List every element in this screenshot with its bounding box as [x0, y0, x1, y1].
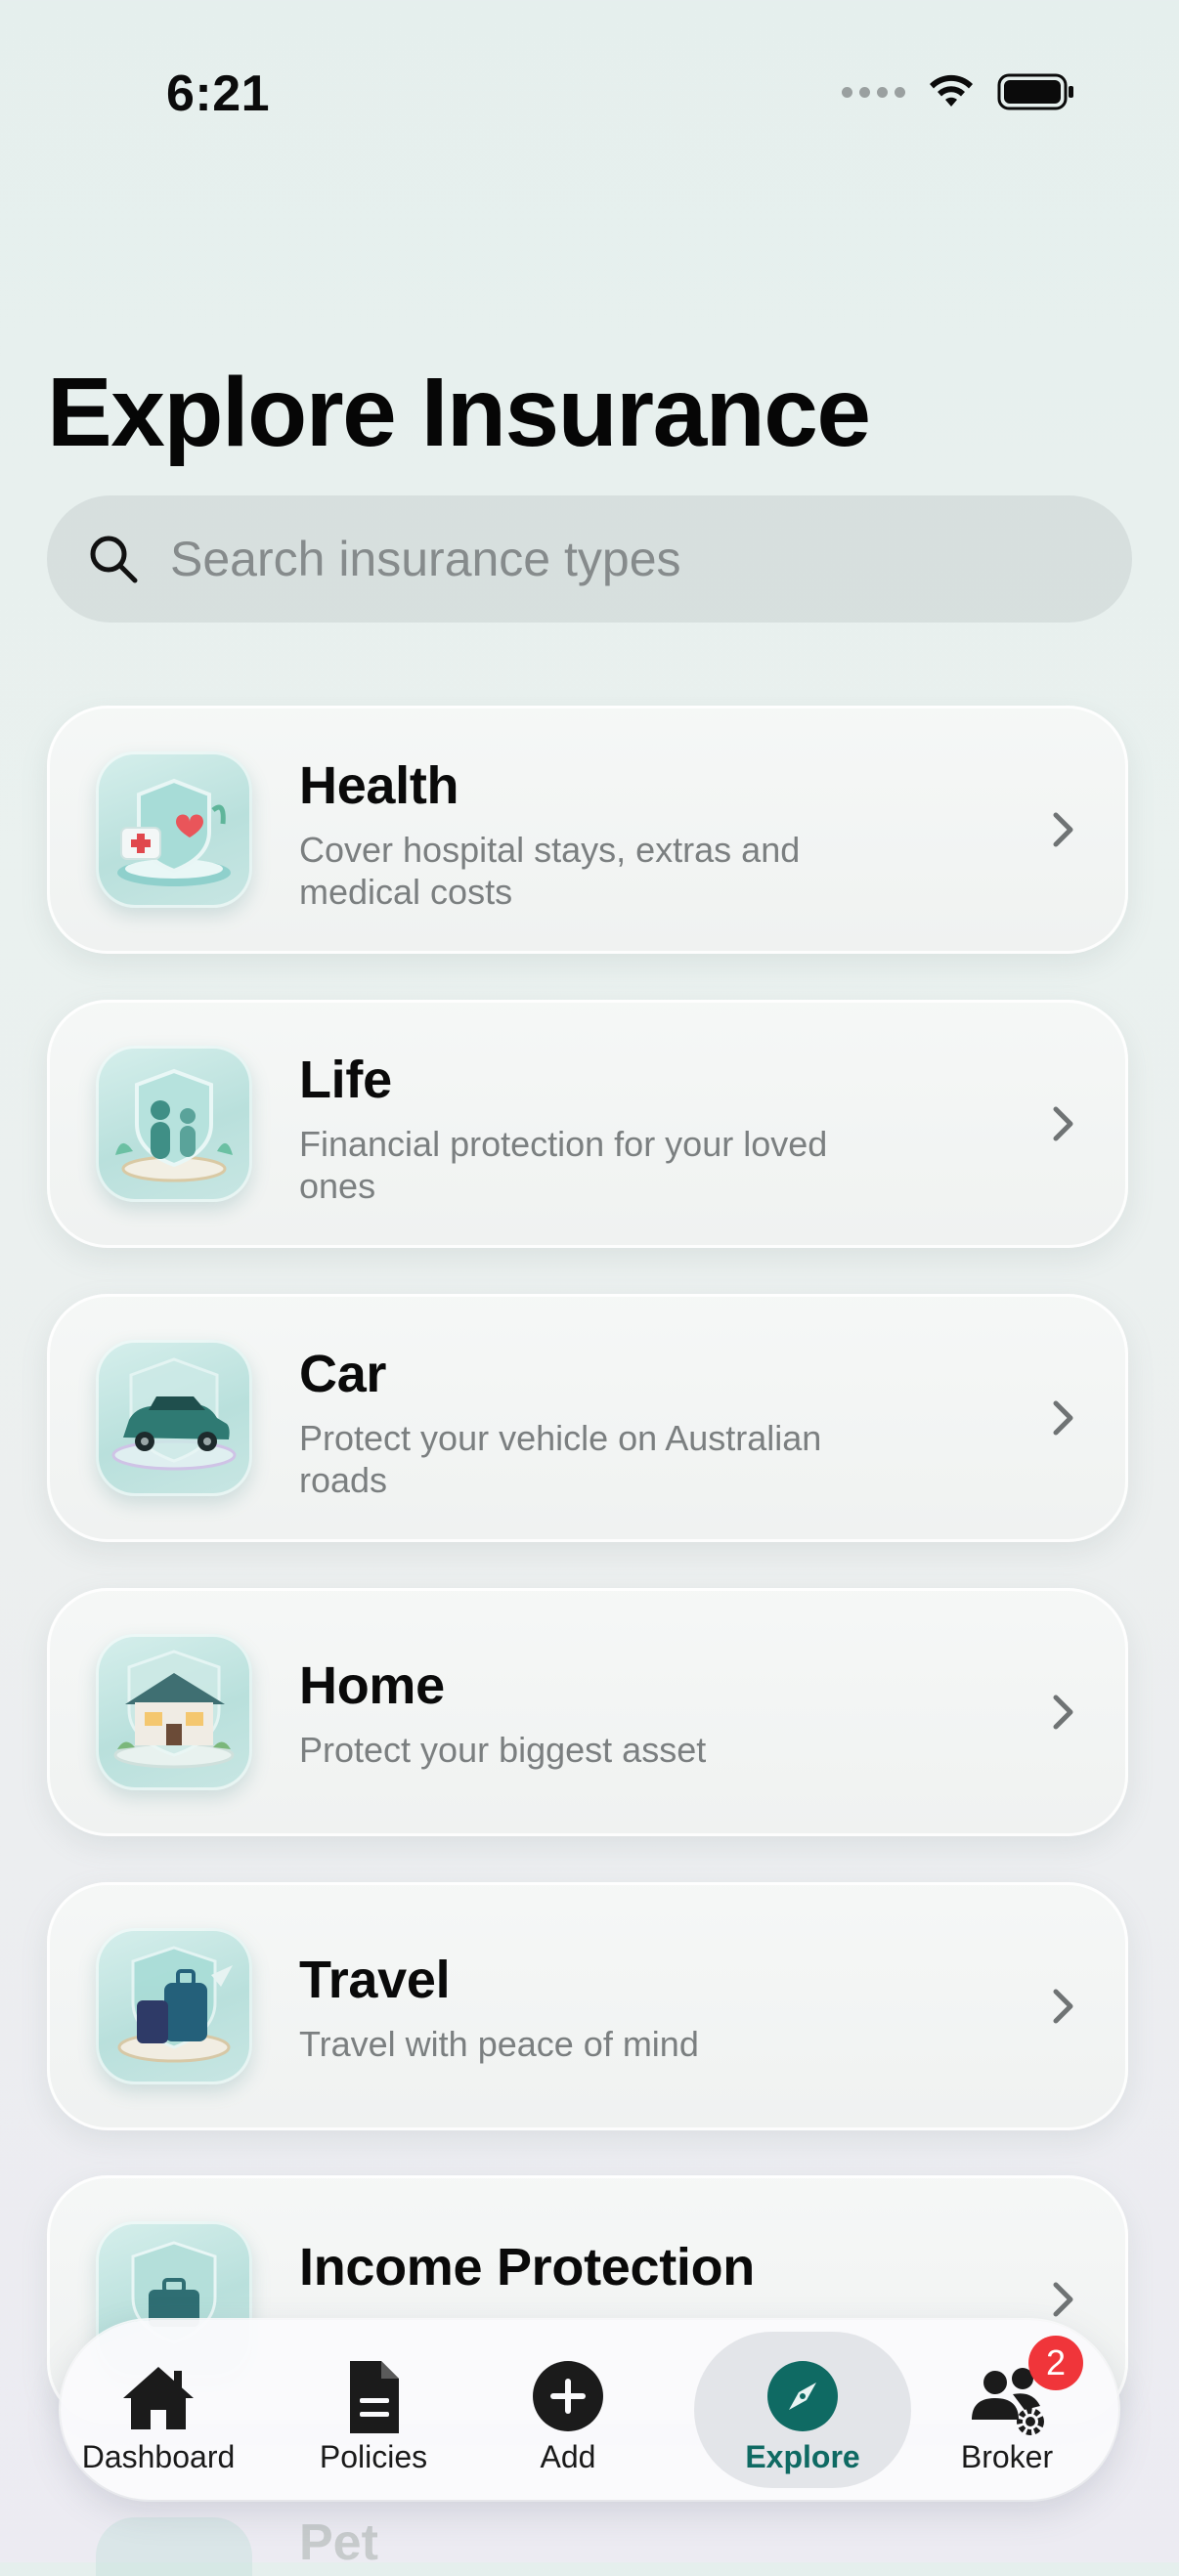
card-title: Health	[299, 756, 459, 815]
card-title: Income Protection	[299, 2238, 755, 2297]
cellular-signal-icon	[842, 86, 905, 98]
tab-label: Dashboard	[81, 2439, 236, 2474]
tab-label: Policies	[319, 2439, 428, 2474]
tab-label: Explore	[745, 2439, 860, 2474]
insurance-card-home[interactable]: Home Protect your biggest asset	[47, 1588, 1128, 1836]
chevron-right-icon	[1040, 1690, 1085, 1735]
chevron-right-icon	[1040, 2277, 1085, 2322]
card-text: Life Financial protection for your loved…	[299, 1049, 905, 1207]
insurance-card-car[interactable]: Car Protect your vehicle on Australian r…	[47, 1294, 1128, 1542]
search-bar[interactable]	[47, 495, 1132, 623]
tab-broker[interactable]: Broker 2	[909, 2332, 1105, 2488]
card-text: Car Protect your vehicle on Australian r…	[299, 1343, 905, 1501]
house-icon	[117, 2355, 199, 2437]
card-description: Protect your vehicle on Australian roads	[299, 1418, 822, 1500]
document-icon	[332, 2355, 415, 2437]
tab-policies[interactable]: Policies	[276, 2332, 471, 2488]
card-text: Travel Travel with peace of mind	[299, 1949, 905, 2065]
card-description: Financial protection for your loved ones	[299, 1124, 828, 1206]
tab-dashboard[interactable]: Dashboard	[61, 2332, 256, 2488]
house-icon	[96, 1634, 252, 1790]
card-description: Travel with peace of mind	[299, 2024, 699, 2064]
card-title: Car	[299, 1345, 387, 1403]
plus-circle-icon	[527, 2355, 609, 2437]
family-shield-icon	[96, 1046, 252, 1202]
card-description: Protect your biggest asset	[299, 1730, 707, 1770]
chevron-right-icon	[1040, 1395, 1085, 1440]
status-bar: 6:21	[0, 0, 1179, 186]
card-description: Cover hospital stays, extras and medical…	[299, 830, 801, 912]
luggage-icon	[96, 1928, 252, 2084]
status-time: 6:21	[166, 65, 271, 122]
tab-label: Broker	[960, 2439, 1054, 2474]
chevron-right-icon	[1040, 807, 1085, 852]
page-title: Explore Insurance	[47, 358, 871, 467]
tab-add[interactable]: Add	[470, 2332, 666, 2488]
insurance-card-travel[interactable]: Travel Travel with peace of mind	[47, 1882, 1128, 2130]
pet-icon	[96, 2517, 252, 2576]
status-icons	[842, 72, 1075, 111]
card-text: Health Cover hospital stays, extras and …	[299, 754, 905, 913]
car-icon	[96, 1340, 252, 1496]
card-text: Income Protection	[299, 2236, 905, 2298]
card-text: Home Protect your biggest asset	[299, 1654, 905, 1771]
card-title: Travel	[299, 1951, 451, 2009]
tab-label: Add	[540, 2439, 596, 2474]
wifi-icon	[930, 74, 973, 107]
chevron-right-icon	[1040, 1984, 1085, 2029]
insurance-card-life[interactable]: Life Financial protection for your loved…	[47, 1000, 1128, 1248]
card-title: Home	[299, 1656, 445, 1715]
insurance-card-pet-title[interactable]: Pet	[299, 2513, 378, 2572]
card-title: Life	[299, 1051, 392, 1109]
notification-badge: 2	[1028, 2336, 1083, 2390]
chevron-right-icon	[1040, 1101, 1085, 1146]
health-shield-icon	[96, 751, 252, 908]
tab-bar: Dashboard Policies Add Explore Broker 2	[61, 2320, 1118, 2500]
search-icon	[90, 536, 138, 583]
battery-icon	[997, 73, 1073, 110]
tab-explore[interactable]: Explore	[694, 2332, 911, 2488]
compass-icon	[762, 2355, 844, 2437]
search-input[interactable]	[168, 530, 1052, 588]
insurance-card-health[interactable]: Health Cover hospital stays, extras and …	[47, 706, 1128, 954]
